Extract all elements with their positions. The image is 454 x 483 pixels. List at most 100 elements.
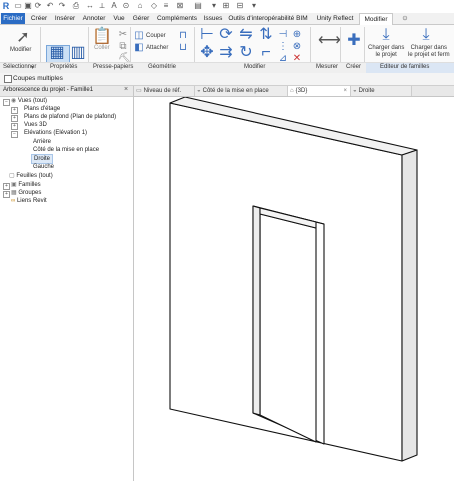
collapse-icon[interactable]: − <box>11 131 18 138</box>
attacher-icon[interactable]: ◧ <box>134 43 144 53</box>
ribbon-tabs: Fichier Créer Insérer Annoter Vue Gérer … <box>0 13 454 25</box>
tab-modifier[interactable]: Modifier <box>359 13 393 25</box>
tree-arriere[interactable]: Arrière <box>33 138 51 146</box>
tree-plans-etage[interactable]: Plans d'étage <box>24 105 60 113</box>
text-icon[interactable]: ⊙ <box>122 2 130 10</box>
mirror-draw-icon[interactable]: ⇅ <box>258 27 274 43</box>
tab-fichier[interactable]: Fichier <box>1 13 25 24</box>
tab-unity-reflect[interactable]: Unity Reflect <box>312 13 358 24</box>
tree-elevations[interactable]: Elévations (Elévation 1) <box>24 129 87 137</box>
print-icon[interactable]: ⎙ <box>72 2 80 10</box>
dropdown-icon[interactable]: ▾ <box>210 2 218 10</box>
panel-mesurer: Mesurer <box>316 64 339 70</box>
view-tab-niveau[interactable]: ▭ Niveau de réf. <box>134 86 195 96</box>
tab-vue[interactable]: Vue <box>110 13 128 24</box>
load-and-close-icon[interactable]: ⤓ <box>418 27 434 43</box>
tree-plans-plafond[interactable]: Plans de plafond (Plan de plafond) <box>24 113 116 121</box>
view-tab-cote[interactable]: ◒ Côté de la mise en place <box>195 86 288 96</box>
trim-icon[interactable]: ⌐ <box>258 45 274 61</box>
cut-icon[interactable]: ✂ <box>118 30 128 40</box>
move-icon[interactable]: ✥ <box>199 45 215 61</box>
open-icon[interactable]: ▭ <box>14 2 22 10</box>
expand-icon[interactable]: + <box>11 107 18 114</box>
close-views-icon[interactable]: ⊠ <box>176 2 184 10</box>
tree-label: Familles <box>18 182 41 188</box>
unjoin-icon[interactable]: ⊔ <box>178 43 188 53</box>
ribbon-minimize-icon[interactable]: ⊙ <box>398 13 412 24</box>
panel-modifier: Modifier <box>244 64 266 70</box>
array-icon[interactable]: ⋮ <box>278 42 288 52</box>
close-icon[interactable]: × <box>343 86 347 96</box>
unpin-icon[interactable]: ⊗ <box>292 42 302 52</box>
panel-creer: Créer <box>346 64 362 70</box>
tree-cote-mise-en-place[interactable]: Côté de la mise en place <box>33 146 99 154</box>
measure-icon[interactable]: ↔ <box>86 2 94 10</box>
tree-groupes[interactable]: ▦ Groupes <box>11 189 41 197</box>
tab-creer[interactable]: Créer <box>28 13 50 24</box>
dimension-icon[interactable]: ⟂ <box>98 2 106 10</box>
expand-icon[interactable]: + <box>3 191 10 198</box>
tab-gerer[interactable]: Gérer <box>130 13 152 24</box>
door-inner-frame <box>259 213 317 443</box>
plan-view-icon: ▭ <box>136 88 142 94</box>
drawing-canvas[interactable] <box>134 96 454 481</box>
wall-side-face <box>401 149 418 462</box>
copy-icon[interactable]: ⧉ <box>118 42 128 52</box>
modify-cursor-icon[interactable]: ➚ <box>14 30 32 46</box>
align-icon[interactable]: ⊢ <box>199 27 215 43</box>
paste-label: Coller <box>94 45 110 51</box>
tab-annoter[interactable]: Annoter <box>80 13 108 24</box>
coupes-multiples-checkbox[interactable] <box>4 75 12 83</box>
redo-icon[interactable]: ↷ <box>58 2 66 10</box>
revit-logo-icon[interactable]: R <box>2 2 10 11</box>
split-icon[interactable]: ⊣ <box>278 30 288 40</box>
tab-issues[interactable]: Issues <box>202 13 224 24</box>
offset-icon[interactable]: ⟳ <box>218 27 234 43</box>
create-similar-icon[interactable]: ✚ <box>346 33 362 49</box>
collapse-icon[interactable]: − <box>3 99 10 106</box>
tree-vues-tout[interactable]: ◉ Vues (tout) <box>11 97 47 105</box>
copy-tool-icon[interactable]: ⇉ <box>218 45 234 61</box>
close-icon[interactable]: × <box>124 86 128 93</box>
view-tab-3d[interactable]: ⌂ {3D} × <box>288 86 351 96</box>
rotate-icon[interactable]: ↻ <box>238 45 254 61</box>
section-icon[interactable]: ◇ <box>150 2 158 10</box>
undo-icon[interactable]: ↶ <box>46 2 54 10</box>
save-icon[interactable]: ▣ <box>24 2 32 10</box>
thin-lines-icon[interactable]: ≡ <box>162 2 170 10</box>
mirror-axis-icon[interactable]: ⇋ <box>238 27 254 43</box>
load-into-project-label[interactable]: Charger dans le projet <box>368 45 404 59</box>
project-browser: Arborescence du projet - Famille1 × − ◉ … <box>0 86 134 481</box>
expand-icon[interactable]: + <box>3 183 10 190</box>
cascade-icon[interactable]: ⊟ <box>236 2 244 10</box>
tree-vues-3d[interactable]: Vues 3D <box>24 121 47 129</box>
panel-selectionner-dropdown-icon[interactable]: ▾ <box>31 64 34 71</box>
tile-icon[interactable]: ▾ <box>250 2 258 10</box>
expand-icon[interactable]: + <box>11 123 18 130</box>
tag-icon[interactable]: A <box>110 2 118 10</box>
tree-familles[interactable]: ▣ Familles <box>11 181 41 189</box>
tab-inserer[interactable]: Insérer <box>52 13 78 24</box>
customize-icon[interactable]: ⊞ <box>222 2 230 10</box>
join-icon[interactable]: ⊓ <box>178 31 188 41</box>
couper-icon[interactable]: ◫ <box>134 31 144 41</box>
wall-3d-model[interactable] <box>134 96 454 481</box>
tree-feuilles[interactable]: ▢ Feuilles (tout) <box>9 172 53 180</box>
measure-tool-icon[interactable]: ⟷ <box>318 33 341 49</box>
load-into-project-icon[interactable]: ⤓ <box>378 27 394 43</box>
3d-view-icon[interactable]: ⌂ <box>136 2 144 10</box>
switch-windows-icon[interactable]: ▤ <box>194 2 202 10</box>
pin-icon[interactable]: ⊕ <box>292 30 302 40</box>
door-jamb-face <box>252 205 261 416</box>
project-browser-header: Arborescence du projet - Famille1 × <box>0 86 133 97</box>
sync-icon[interactable]: ⟳ <box>34 2 42 10</box>
tab-complements[interactable]: Compléments <box>154 13 200 24</box>
view-tab-droite[interactable]: ◒ Droite <box>351 86 412 96</box>
paste-icon[interactable]: 📋 <box>92 29 112 45</box>
tab-outils-bim[interactable]: Outils d'interopérabilité BIM <box>226 13 310 24</box>
type-properties-icon[interactable]: ▥ <box>70 45 86 61</box>
load-and-close-label[interactable]: Charger dans le projet et ferm <box>408 45 450 59</box>
tree-gauche[interactable]: Gauche <box>33 163 54 171</box>
expand-icon[interactable]: + <box>11 115 18 122</box>
tree-liens-revit[interactable]: ∞ Liens Revit <box>11 197 47 205</box>
